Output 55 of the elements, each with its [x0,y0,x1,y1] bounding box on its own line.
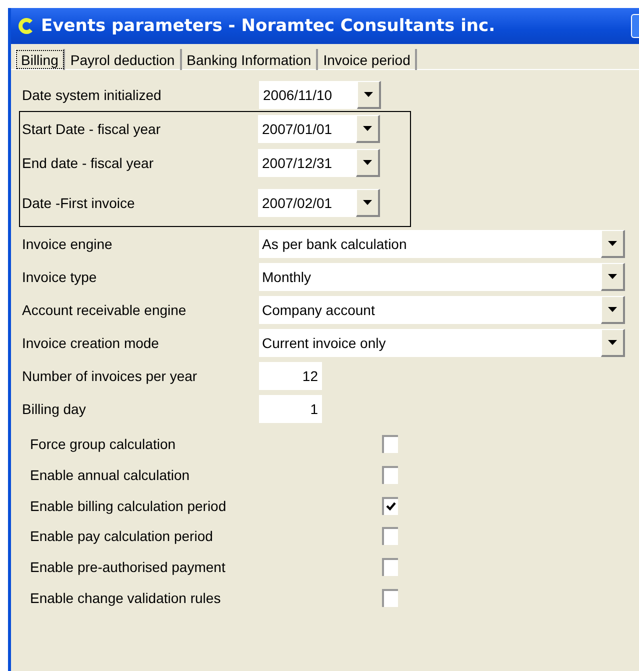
field-label: Date -First invoice [22,195,136,211]
caret-down-icon [608,274,617,278]
combo-box[interactable]: Company account [259,296,625,324]
checkbox[interactable] [382,466,398,484]
combo-box[interactable]: As per bank calculation [259,230,625,258]
date-field[interactable]: 2007/12/31 [258,149,356,177]
caret-down-icon [364,92,373,96]
dropdown-button[interactable] [357,80,381,108]
caret-down-icon [363,126,372,131]
combo-box[interactable]: Current invoice only [259,328,625,356]
checkbox[interactable] [382,496,398,515]
dropdown-button[interactable] [601,328,625,356]
tab[interactable]: Payrol deduction [65,49,182,70]
combo-box[interactable]: Monthly [259,262,625,290]
tab[interactable]: Invoice period [318,49,418,70]
window-title: Events parameters - Noramtec Consultants inc. [41,16,496,36]
caret-down-icon [608,340,617,344]
dropdown-button[interactable] [356,189,380,217]
field-label: Invoice type [22,268,98,284]
field-label: Invoice engine [22,236,114,252]
field-label: Number of invoices per year [22,368,198,384]
caret-down-icon [608,240,617,246]
option-label: Enable billing calculation period [30,498,228,514]
caret-down-icon [363,160,372,165]
date-field[interactable]: 2007/01/01 [258,115,356,143]
checkbox[interactable] [382,588,398,607]
checkbox[interactable] [382,527,398,546]
dropdown-button[interactable] [601,230,625,258]
dropdown-button[interactable] [601,262,625,290]
field-label: Date system initialized [22,86,162,102]
field-label: End date - fiscal year [22,155,155,171]
dropdown-button[interactable] [356,115,380,143]
option-label: Enable pre-authorised payment [30,559,226,576]
field-label: Invoice creation mode [22,334,160,350]
field-label: Account receivable engine [22,302,188,318]
checkbox[interactable] [382,435,398,454]
option-label: Enable annual calculation [30,467,191,484]
caret-down-icon [363,200,372,205]
option-label: Enable change validation rules [30,590,222,606]
check-icon [386,502,396,512]
app-logo-icon [18,18,34,34]
option-label: Enable pay calculation period [30,528,214,544]
date-field[interactable]: 2006/11/10 [259,80,357,108]
number-field[interactable]: 12 [259,362,322,390]
number-field[interactable]: 1 [259,394,322,422]
field-label: Billing day [22,400,87,416]
dropdown-button[interactable] [356,149,380,177]
tab[interactable]: Billing [15,49,66,70]
checkbox[interactable] [382,558,398,576]
caret-down-icon [608,306,617,312]
dropdown-button[interactable] [601,296,625,324]
option-label: Force group calculation [30,436,177,452]
tab[interactable]: Banking Information [182,49,318,70]
date-field[interactable]: 2007/02/01 [258,189,356,217]
field-label: Start Date - fiscal year [22,121,162,137]
